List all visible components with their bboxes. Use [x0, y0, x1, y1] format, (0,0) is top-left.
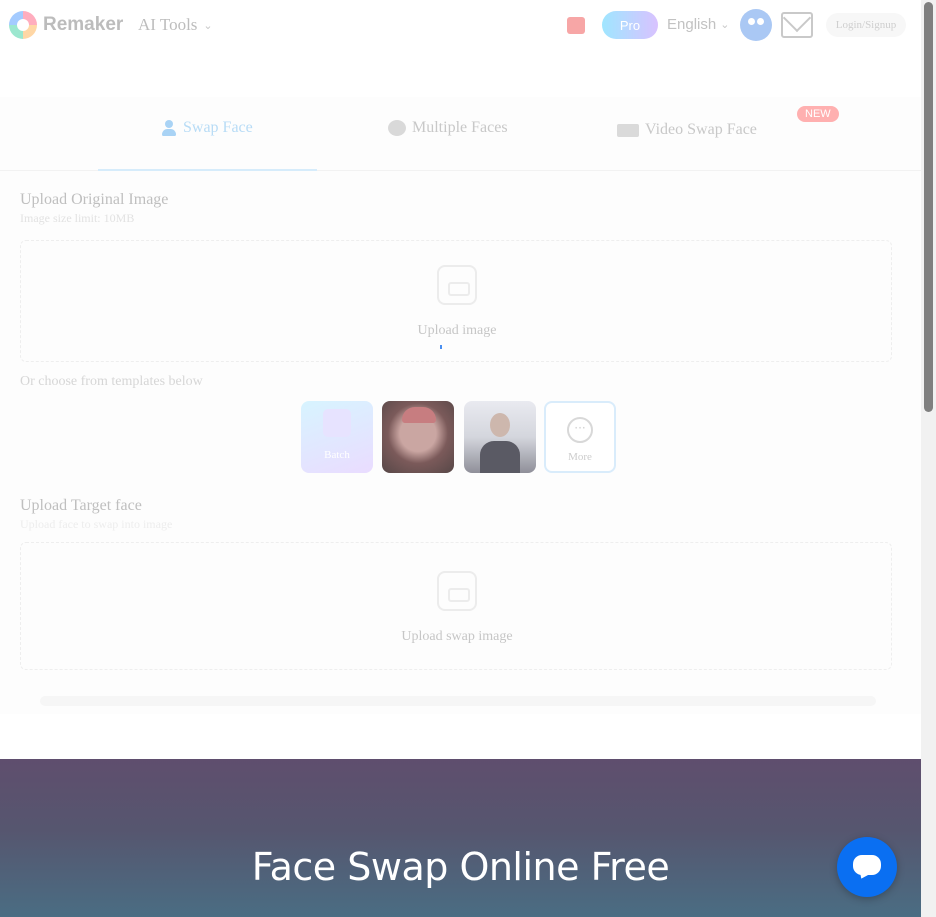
template-more[interactable]: ··· More — [544, 401, 616, 473]
upload-face-icon — [437, 571, 477, 611]
target-face-subtitle: Upload face to swap into image — [20, 517, 173, 531]
horizontal-scrollbar[interactable] — [40, 696, 876, 706]
login-signup-button[interactable]: Login/Signup — [826, 13, 906, 37]
upload-image-icon — [437, 265, 477, 305]
chevron-down-icon: ⌄ — [203, 18, 213, 32]
original-image-subtitle: Image size limit: 10MB — [20, 211, 135, 225]
logo[interactable]: Remaker — [9, 11, 123, 39]
ai-tools-label: AI Tools — [138, 15, 198, 34]
tab-label: Video Swap Face — [645, 121, 757, 138]
target-face-dropzone[interactable]: Upload swap image — [20, 542, 892, 670]
gift-icon[interactable] — [567, 17, 585, 34]
template-more-label: More — [568, 451, 592, 463]
chat-icon — [853, 855, 881, 875]
ai-tools-menu[interactable]: AI Tools ⌄ — [138, 15, 213, 35]
tab-label: Multiple Faces — [412, 119, 508, 136]
page: Remaker AI Tools ⌄ Pro English ⌄ Login/S… — [0, 0, 921, 917]
choose-templates-text: Or choose from templates below — [20, 374, 203, 389]
tab-video-swap-face[interactable]: Video Swap Face — [617, 121, 757, 139]
users-icon — [388, 120, 406, 136]
original-image-title: Upload Original Image — [20, 191, 169, 208]
video-icon — [617, 123, 639, 137]
mail-icon[interactable] — [781, 12, 813, 38]
new-badge: NEW — [797, 106, 839, 122]
upload-image-label: Upload image — [417, 323, 497, 338]
template-batch-label: Batch — [324, 449, 350, 461]
original-image-dropzone[interactable]: Upload image — [20, 240, 892, 362]
language-selector[interactable]: English ⌄ — [667, 16, 729, 33]
tab-multiple-faces[interactable]: Multiple Faces — [388, 119, 508, 137]
tool-tabs: Swap Face Multiple Faces Video Swap Face… — [0, 97, 921, 171]
chat-button[interactable] — [837, 837, 897, 897]
logo-text: Remaker — [43, 14, 124, 35]
active-tab-indicator — [98, 169, 317, 171]
scrollbar-thumb[interactable] — [924, 2, 933, 412]
template-image[interactable] — [464, 401, 536, 473]
loading-spinner-icon — [440, 345, 442, 349]
logo-icon — [9, 11, 37, 39]
tab-label: Swap Face — [183, 119, 253, 136]
top-nav: Remaker AI Tools ⌄ Pro English ⌄ Login/S… — [0, 0, 921, 52]
hero-banner: Face Swap Online Free — [0, 759, 921, 917]
upload-swap-image-label: Upload swap image — [401, 629, 513, 644]
template-image[interactable] — [382, 401, 454, 473]
face-swap-card: Swap Face Multiple Faces Video Swap Face… — [0, 97, 921, 714]
discord-icon[interactable] — [740, 9, 772, 41]
language-label: English — [667, 16, 717, 33]
vertical-scrollbar[interactable] — [921, 0, 936, 917]
chevron-down-icon: ⌄ — [720, 18, 730, 31]
hero-title: Face Swap Online Free — [251, 845, 670, 889]
target-face-title: Upload Target face — [20, 497, 142, 514]
more-icon: ··· — [567, 417, 593, 443]
batch-icon — [323, 409, 351, 437]
user-icon — [161, 120, 177, 136]
tab-swap-face[interactable]: Swap Face — [161, 119, 253, 137]
pro-button[interactable]: Pro — [602, 11, 658, 39]
template-batch[interactable]: Batch — [301, 401, 373, 473]
